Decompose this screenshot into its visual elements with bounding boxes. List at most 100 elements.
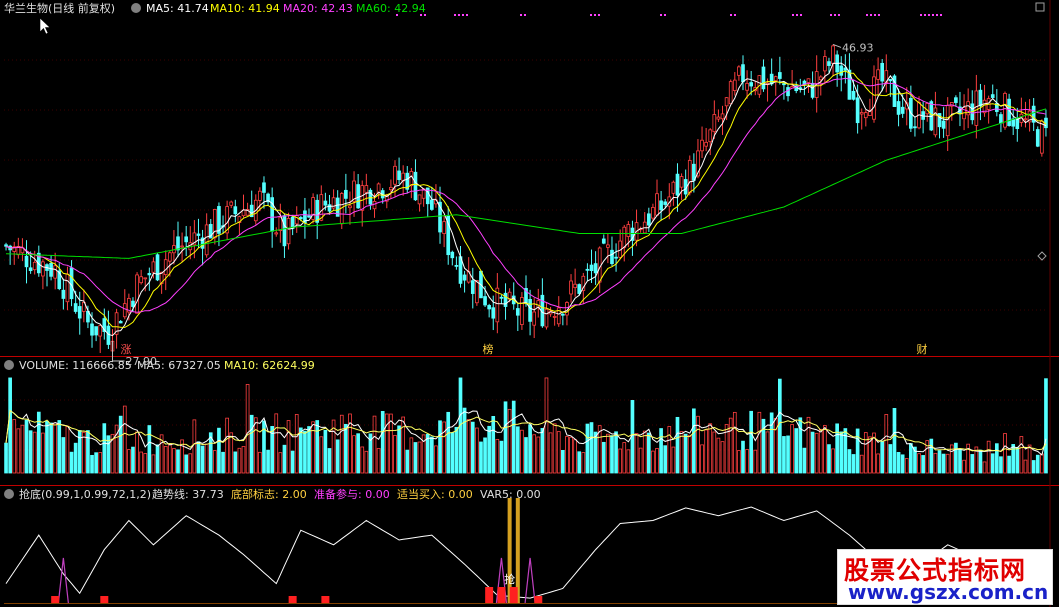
volume-bar bbox=[278, 452, 283, 474]
signal-dot bbox=[466, 14, 468, 16]
volume-bar bbox=[384, 413, 389, 474]
signal-dot bbox=[524, 14, 526, 16]
volume-bar bbox=[266, 449, 270, 474]
price-candle bbox=[487, 305, 491, 310]
volume-bar bbox=[335, 439, 340, 474]
volume-bar bbox=[945, 453, 950, 474]
volume-bar bbox=[929, 438, 934, 474]
ma60-label: MA60: 42.94 bbox=[356, 2, 426, 15]
price-candle bbox=[32, 261, 37, 271]
price-candle bbox=[94, 326, 98, 336]
price-candle bbox=[147, 272, 152, 276]
volume-bar bbox=[835, 423, 839, 474]
price-candle bbox=[319, 194, 324, 221]
volume-bar bbox=[466, 419, 471, 474]
volume-bar bbox=[1003, 433, 1007, 474]
price-candle bbox=[515, 308, 520, 316]
price-candle bbox=[933, 107, 938, 136]
volume-bar bbox=[994, 443, 999, 474]
price-candle bbox=[823, 56, 827, 72]
volume-bar bbox=[692, 408, 696, 474]
volume-bar bbox=[86, 430, 90, 474]
volume-bar bbox=[77, 430, 82, 474]
volume-bar bbox=[188, 453, 193, 474]
volume-bar bbox=[483, 437, 487, 474]
volume-bar bbox=[69, 451, 74, 474]
signal-dot bbox=[796, 14, 798, 16]
price-candle bbox=[163, 259, 168, 275]
signal-dot bbox=[462, 14, 464, 16]
signal-dot bbox=[792, 14, 794, 16]
volume-bar bbox=[430, 436, 434, 474]
price-candle bbox=[990, 94, 995, 98]
price-candle bbox=[139, 276, 143, 284]
volume-bar bbox=[241, 446, 246, 474]
volume-bar bbox=[73, 442, 78, 474]
volume-collapse-icon[interactable] bbox=[4, 360, 14, 370]
high-price-label: 46.93 bbox=[842, 41, 874, 54]
volume-bar bbox=[745, 449, 749, 474]
ma5-label: MA5: 41.74 bbox=[146, 2, 209, 15]
marker-bang: 榜 bbox=[483, 342, 494, 356]
price-candle bbox=[872, 76, 876, 120]
price-candle bbox=[601, 238, 606, 244]
volume-bar bbox=[307, 426, 311, 474]
volume-bar bbox=[315, 420, 320, 474]
price-candle bbox=[286, 218, 291, 245]
price-candle bbox=[475, 280, 479, 304]
indicator-collapse-icon[interactable] bbox=[4, 489, 14, 499]
price-candle bbox=[180, 245, 184, 248]
volume-bar bbox=[577, 451, 582, 474]
collapse-icon[interactable] bbox=[131, 3, 141, 13]
price-candle bbox=[737, 66, 741, 76]
price-candle bbox=[896, 101, 901, 115]
volume-bar bbox=[941, 453, 946, 474]
price-candle bbox=[483, 296, 487, 306]
volume-bar bbox=[589, 422, 594, 474]
volume-bar bbox=[655, 448, 659, 474]
volume-bar bbox=[143, 453, 148, 474]
maximize-icon[interactable] bbox=[1035, 2, 1045, 12]
price-candle bbox=[831, 45, 835, 64]
price-candle bbox=[626, 224, 631, 237]
signal-dot bbox=[870, 14, 872, 16]
volume-bar bbox=[176, 449, 180, 474]
price-candle bbox=[728, 81, 733, 105]
price-candle bbox=[294, 214, 299, 225]
volume-bar bbox=[49, 422, 53, 474]
bottom-flag-pulse bbox=[57, 557, 69, 604]
signal-dot bbox=[928, 14, 930, 16]
price-candle bbox=[344, 189, 348, 199]
volume-bar bbox=[229, 432, 234, 474]
price-candle bbox=[282, 215, 287, 247]
price-candle bbox=[90, 323, 94, 336]
diamond-icon[interactable] bbox=[1037, 251, 1047, 261]
volume-bar bbox=[569, 436, 573, 474]
volume-bar bbox=[1007, 455, 1011, 474]
price-candle bbox=[700, 139, 704, 152]
volume-bar bbox=[773, 418, 778, 474]
price-candle bbox=[491, 307, 496, 319]
price-candle bbox=[589, 264, 594, 272]
price-candle bbox=[176, 236, 180, 251]
var5-label: VAR5: 0.00 bbox=[480, 488, 541, 501]
volume-bar bbox=[765, 431, 770, 474]
price-candle bbox=[561, 313, 565, 316]
signal-dot bbox=[454, 14, 456, 16]
marker-cai: 财 bbox=[917, 342, 928, 356]
price-candle bbox=[577, 284, 582, 294]
volume-bar bbox=[131, 446, 135, 474]
volume-bar bbox=[413, 442, 418, 474]
volume-bar bbox=[319, 436, 324, 474]
volume-bar bbox=[982, 461, 987, 474]
volume-bar bbox=[909, 443, 913, 474]
volume-bar bbox=[245, 384, 250, 474]
price-candle bbox=[356, 184, 360, 209]
volume-bar bbox=[728, 417, 733, 474]
price-candle bbox=[716, 116, 721, 120]
volume-bar bbox=[434, 445, 438, 474]
price-candle bbox=[262, 182, 266, 193]
volume-bar bbox=[757, 411, 762, 474]
volume-bar bbox=[282, 444, 287, 474]
volume-bar bbox=[712, 431, 717, 474]
